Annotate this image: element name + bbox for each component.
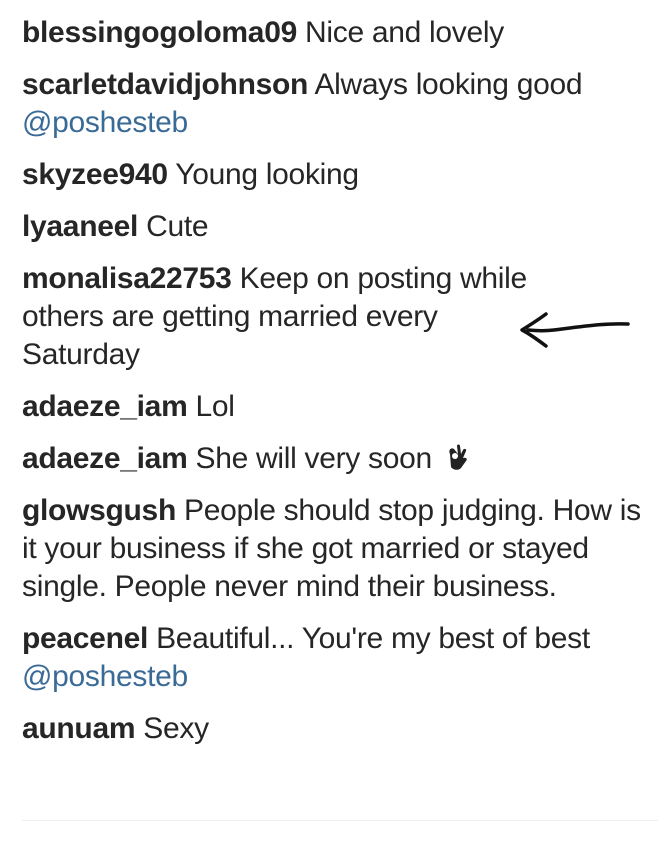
comment-text: Young looking	[175, 158, 359, 191]
comment-username[interactable]: adaeze_iam	[22, 442, 188, 475]
comment-username[interactable]: skyzee940	[22, 158, 168, 191]
comment-username[interactable]: peacenel	[22, 622, 148, 655]
ok-hand-icon	[444, 442, 472, 472]
comment-item: adaeze_iam Lol	[22, 388, 642, 426]
comment-text: She will very soon	[195, 442, 433, 475]
comment-item: monalisa22753 Keep on posting while othe…	[22, 260, 542, 374]
comment-item: peacenel Beautiful... You're my best of …	[22, 620, 622, 696]
comment-item: skyzee940 Young looking	[22, 156, 642, 194]
comment-text: Always looking good	[314, 68, 583, 101]
comment-text: Nice and lovely	[305, 16, 504, 49]
comment-item: adaeze_iam She will very soon	[22, 440, 642, 478]
comment-username[interactable]: lyaaneel	[22, 210, 138, 243]
comment-username[interactable]: aunuam	[22, 712, 136, 745]
comment-mention[interactable]: @poshesteb	[22, 660, 188, 693]
comment-username[interactable]: monalisa22753	[22, 262, 232, 295]
hand-drawn-arrow-icon	[520, 312, 630, 348]
comment-item: glowsgush People should stop judging. Ho…	[22, 492, 642, 606]
divider	[22, 820, 658, 821]
comment-item: aunuam Sexy	[22, 710, 642, 748]
comment-text: Beautiful... You're my best of best	[156, 622, 590, 655]
comment-text: Lol	[195, 390, 235, 423]
comment-item: scarletdavidjohnson Always looking good …	[22, 66, 642, 142]
comment-username[interactable]: blessingogoloma09	[22, 16, 297, 49]
comment-username[interactable]: scarletdavidjohnson	[22, 68, 308, 101]
comment-item: lyaaneel Cute	[22, 208, 642, 246]
comment-text: Sexy	[143, 712, 209, 745]
comment-username[interactable]: adaeze_iam	[22, 390, 188, 423]
comment-mention[interactable]: @poshesteb	[22, 106, 188, 139]
comment-item: blessingogoloma09 Nice and lovely	[22, 14, 642, 52]
comment-username[interactable]: glowsgush	[22, 494, 176, 527]
comment-list: blessingogoloma09 Nice and lovely scarle…	[22, 14, 642, 762]
comment-text: Cute	[146, 210, 209, 243]
